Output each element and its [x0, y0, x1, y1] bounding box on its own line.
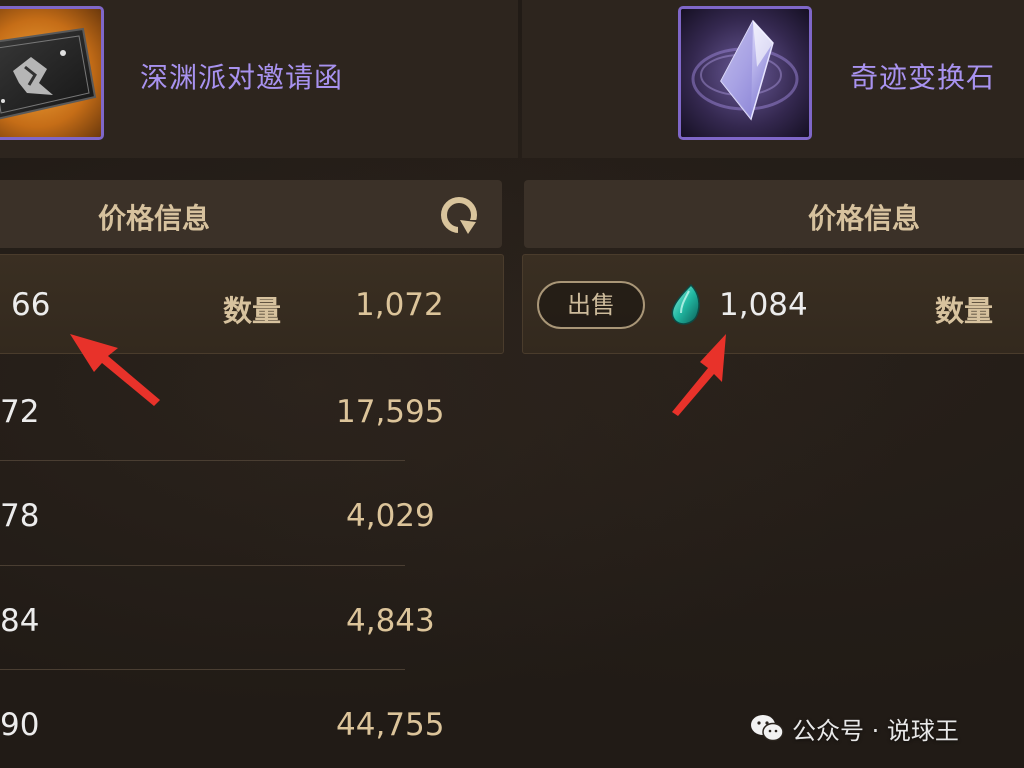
right-first-row-price: 1,084: [719, 287, 808, 323]
refresh-icon[interactable]: [436, 192, 482, 238]
left-first-row-qty-label: 数量: [223, 294, 282, 328]
right-item-name: 奇迹变换石: [850, 61, 996, 94]
sell-button[interactable]: 出售: [537, 281, 645, 329]
left-item-name: 深渊派对邀请函: [140, 61, 344, 94]
table-row[interactable]: 84 4,843: [0, 569, 480, 674]
right-price-info-header: 价格信息: [524, 180, 1024, 248]
left-first-row[interactable]: 66 数量 1,072: [0, 254, 504, 354]
left-first-row-qty: 1,072: [355, 287, 444, 323]
row-qty: 17,595: [336, 394, 445, 430]
watermark: 公众号 · 说球王: [750, 708, 959, 748]
row-price: 84: [0, 603, 40, 639]
table-row[interactable]: 78 4,029: [0, 464, 480, 569]
row-price: 72: [0, 394, 40, 430]
row-qty: 4,029: [346, 498, 435, 534]
miracle-transform-stone-icon[interactable]: [678, 6, 812, 140]
table-row[interactable]: 90 44,755: [0, 673, 480, 768]
right-header-title: 价格信息: [808, 202, 921, 235]
table-row[interactable]: 72 17,595: [0, 360, 480, 465]
abyss-party-invitation-icon[interactable]: [0, 6, 104, 140]
left-item-card: 深渊派对邀请函: [0, 0, 518, 158]
row-price: 78: [0, 498, 40, 534]
market-screen: 深渊派对邀请函 奇迹变换石 价格信息 价格信息 66 数量 1,072 出售 1…: [0, 0, 1024, 768]
row-price: 90: [0, 707, 40, 743]
wechat-icon: [751, 715, 784, 742]
left-first-row-price: 66: [11, 287, 51, 323]
left-header-title: 价格信息: [98, 202, 211, 235]
left-price-info-header: 价格信息: [0, 180, 502, 248]
row-divider: [0, 669, 405, 670]
watermark-text: 公众号 · 说球王: [792, 716, 959, 745]
row-divider: [0, 565, 405, 566]
row-divider: [0, 460, 405, 461]
right-item-card: 奇迹变换石: [522, 0, 1024, 158]
gem-icon: [669, 283, 703, 327]
row-qty: 4,843: [346, 603, 435, 639]
right-first-row-qty-label: 数量: [935, 294, 994, 328]
row-qty: 44,755: [336, 707, 445, 743]
right-first-row[interactable]: 出售 1,084 数量: [522, 254, 1024, 354]
